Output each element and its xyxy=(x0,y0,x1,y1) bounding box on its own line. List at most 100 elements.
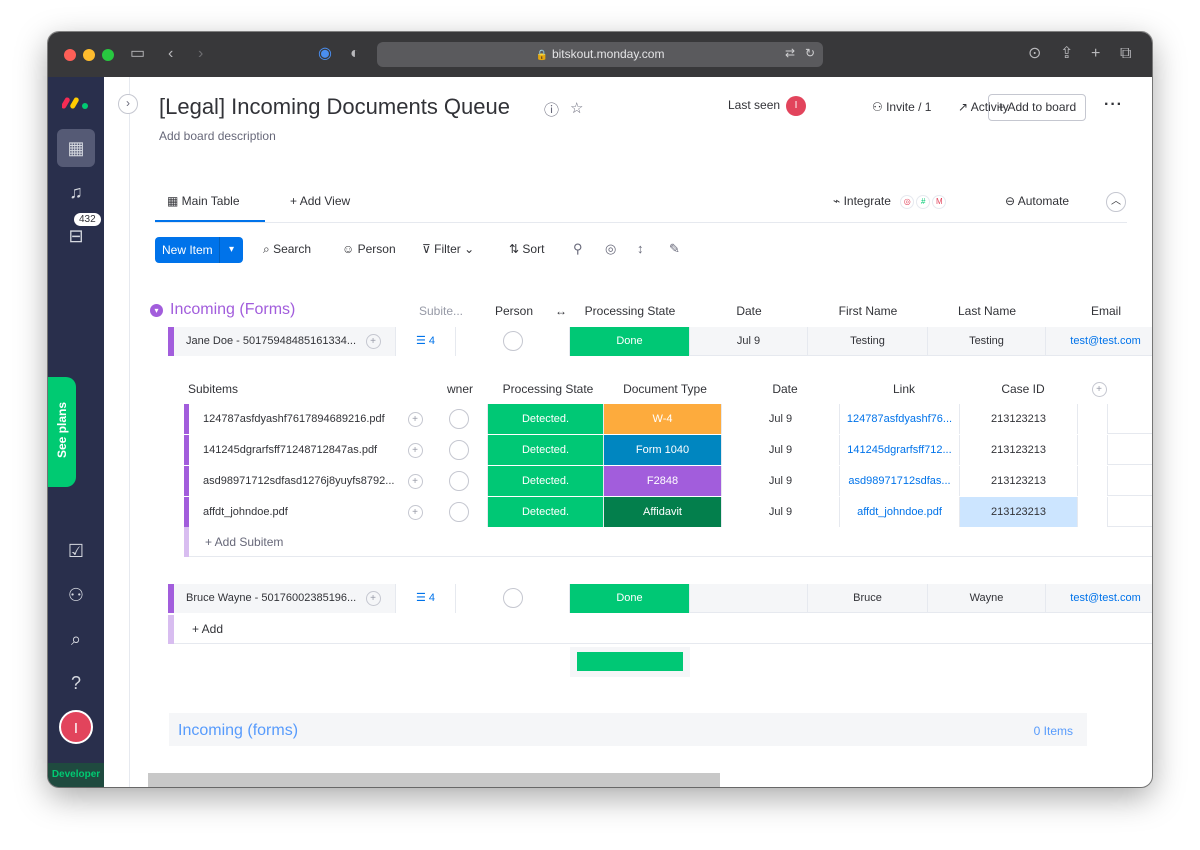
add-update-icon[interactable]: + xyxy=(407,442,423,458)
tab-overview-icon[interactable]: ⧉ xyxy=(1120,44,1131,64)
subitem-date-cell[interactable]: Jul 9 xyxy=(722,466,840,496)
subcolumn-header-owner[interactable]: wner xyxy=(430,382,490,396)
column-header-date[interactable]: Date xyxy=(690,304,808,318)
add-update-cell[interactable]: + xyxy=(400,466,430,496)
subcolumn-header-date[interactable]: Date xyxy=(726,382,844,396)
filter-button[interactable]: ⊽ Filter ⌄ xyxy=(422,242,474,256)
add-item-input[interactable]: + Add xyxy=(174,615,374,644)
email-cell[interactable]: test@test.com xyxy=(1046,584,1152,613)
add-update-cell[interactable]: + xyxy=(400,404,430,434)
column-header-last-name[interactable]: Last Name xyxy=(928,304,1046,318)
subitem-row[interactable]: affdt_johndoe.pdf + Detected. Affidavit Jul … xyxy=(184,497,1152,527)
group-title[interactable]: Incoming (Forms) xyxy=(170,301,295,319)
invite-members-icon[interactable]: ⚇ xyxy=(57,576,95,614)
subitem-name-cell[interactable]: 124787asfdyashf7617894689216.pdf xyxy=(189,404,409,434)
add-update-icon[interactable]: + xyxy=(407,473,423,489)
processing-state-cell[interactable]: Detected. xyxy=(488,404,604,434)
collapse-header-icon[interactable]: ︿ xyxy=(1106,192,1126,212)
link-cell[interactable]: 141245dgrarfsff712... xyxy=(840,435,960,465)
column-header-subitems[interactable]: Subite... xyxy=(418,304,464,318)
file-link[interactable]: 124787asfdyashf76... xyxy=(847,413,952,425)
owner-cell[interactable] xyxy=(430,404,488,434)
row-height-icon[interactable]: ↕ xyxy=(637,241,644,256)
filter-dropdown-icon[interactable]: ⌄ xyxy=(464,242,474,256)
user-avatar[interactable]: I xyxy=(59,710,93,744)
automate-button[interactable]: ⊖ Automate xyxy=(1005,194,1069,208)
subitem-date-cell[interactable]: Jul 9 xyxy=(722,497,840,527)
case-id-cell[interactable]: 213123213 xyxy=(960,466,1078,496)
processing-state-cell[interactable]: Detected. xyxy=(488,435,604,465)
group-header[interactable]: Incoming (forms) 0 Items xyxy=(169,713,1087,746)
subitem-date-cell[interactable]: Jul 9 xyxy=(722,435,840,465)
tab-main-table[interactable]: ▦ Main Table xyxy=(167,194,240,208)
subcolumn-header-case-id[interactable]: Case ID xyxy=(964,382,1082,396)
file-link[interactable]: asd98971712sdfas... xyxy=(848,475,950,487)
downloads-icon[interactable]: ⊙ xyxy=(1028,44,1041,64)
document-type-cell[interactable]: F2848 xyxy=(604,466,722,496)
reload-icon[interactable]: ↻ xyxy=(805,46,815,60)
subitems-count-cell[interactable]: ☰ 4 xyxy=(396,584,456,613)
translate-icon[interactable]: ⇄ xyxy=(785,46,795,60)
date-cell[interactable] xyxy=(690,584,808,613)
case-id-cell[interactable]: 213123213 xyxy=(960,497,1078,527)
new-item-button[interactable]: New Item ▾ xyxy=(155,237,243,263)
last-name-cell[interactable]: Wayne xyxy=(928,584,1046,613)
subitem-row[interactable]: 124787asfdyashf7617894689216.pdf + Detecte… xyxy=(184,404,1152,434)
sidebar-toggle-icon[interactable]: ▭ xyxy=(130,44,145,64)
processing-state-cell[interactable]: Detected. xyxy=(488,466,604,496)
developer-label[interactable]: Developer xyxy=(48,763,104,787)
table-row[interactable]: Bruce Wayne - 50176002385196... + ☰ 4 Do… xyxy=(168,584,1152,613)
owner-cell[interactable] xyxy=(430,435,488,465)
link-cell[interactable]: affdt_johndoe.pdf xyxy=(840,497,960,527)
add-update-icon[interactable]: + xyxy=(407,504,423,520)
owner-cell[interactable] xyxy=(430,466,488,496)
more-options-icon[interactable]: ··· xyxy=(1104,96,1123,114)
link-cell[interactable]: 124787asfdyashf76... xyxy=(840,404,960,434)
last-seen-button[interactable]: Last seen I xyxy=(728,96,807,116)
address-bar[interactable]: 🔒 bitskout.monday.com ⇄ ↻ xyxy=(377,42,823,67)
monday-logo-icon[interactable] xyxy=(62,93,90,111)
board-description[interactable]: Add board description xyxy=(159,129,276,143)
my-work-icon[interactable]: ☑ xyxy=(57,532,95,570)
subcolumn-header-processing-state[interactable]: Processing State xyxy=(490,382,606,396)
new-item-dropdown-icon[interactable]: ▾ xyxy=(219,237,243,263)
help-icon[interactable]: ? xyxy=(57,664,95,702)
add-update-cell[interactable]: + xyxy=(400,435,430,465)
person-filter-button[interactable]: ☺ Person xyxy=(342,242,396,256)
subcolumn-header-document-type[interactable]: Document Type xyxy=(606,382,724,396)
column-header-processing-state[interactable]: Processing State xyxy=(570,304,690,318)
add-item-row[interactable]: + Add xyxy=(168,615,1152,644)
group-title[interactable]: Incoming (forms) xyxy=(178,722,298,740)
case-id-cell[interactable]: 213123213 xyxy=(960,404,1078,434)
first-name-cell[interactable]: Bruce xyxy=(808,584,928,613)
hide-columns-icon[interactable]: ◎ xyxy=(605,241,616,257)
search-everything-icon[interactable]: ⌕ xyxy=(57,620,95,658)
owner-cell[interactable] xyxy=(430,497,488,527)
color-format-icon[interactable]: ✎ xyxy=(669,241,680,257)
notifications-bell-icon[interactable]: ♫ xyxy=(57,173,95,211)
sort-button[interactable]: ⇅ Sort xyxy=(509,242,544,256)
subitem-row[interactable]: 141245dgrarfsff71248712847as.pdf + Detecte… xyxy=(184,435,1152,465)
subitem-name-cell[interactable]: asd98971712sdfasd1276j8yuyfs8792... xyxy=(189,466,409,496)
extension-icon[interactable]: ◉ xyxy=(318,44,332,64)
document-type-cell[interactable]: W-4 xyxy=(604,404,722,434)
horizontal-scrollbar[interactable] xyxy=(148,773,720,787)
subitem-row[interactable]: asd98971712sdfasd1276j8yuyfs8792... + Dete… xyxy=(184,466,1152,496)
add-update-icon[interactable]: + xyxy=(365,590,381,606)
add-view-button[interactable]: + Add View xyxy=(290,194,350,208)
subitem-name-cell[interactable]: affdt_johndoe.pdf xyxy=(189,497,409,527)
forward-icon[interactable]: › xyxy=(198,44,203,64)
column-header-email[interactable]: Email xyxy=(1046,304,1152,318)
board-title[interactable]: [Legal] Incoming Documents Queue xyxy=(159,94,510,120)
document-type-cell[interactable]: Form 1040 xyxy=(604,435,722,465)
pin-icon[interactable]: ⚲ xyxy=(573,241,583,257)
add-update-cell[interactable]: + xyxy=(358,584,388,613)
status-cell[interactable]: Done xyxy=(570,584,690,613)
add-update-icon[interactable]: + xyxy=(407,411,423,427)
resize-column-icon[interactable]: ↔ xyxy=(554,304,568,318)
search-button[interactable]: ⌕ Search xyxy=(263,242,311,257)
add-subitem-row[interactable]: + Add Subitem xyxy=(184,527,1152,557)
subitem-date-cell[interactable]: Jul 9 xyxy=(722,404,840,434)
case-id-cell[interactable]: 213123213 xyxy=(960,435,1078,465)
file-link[interactable]: 141245dgrarfsff712... xyxy=(847,444,951,456)
